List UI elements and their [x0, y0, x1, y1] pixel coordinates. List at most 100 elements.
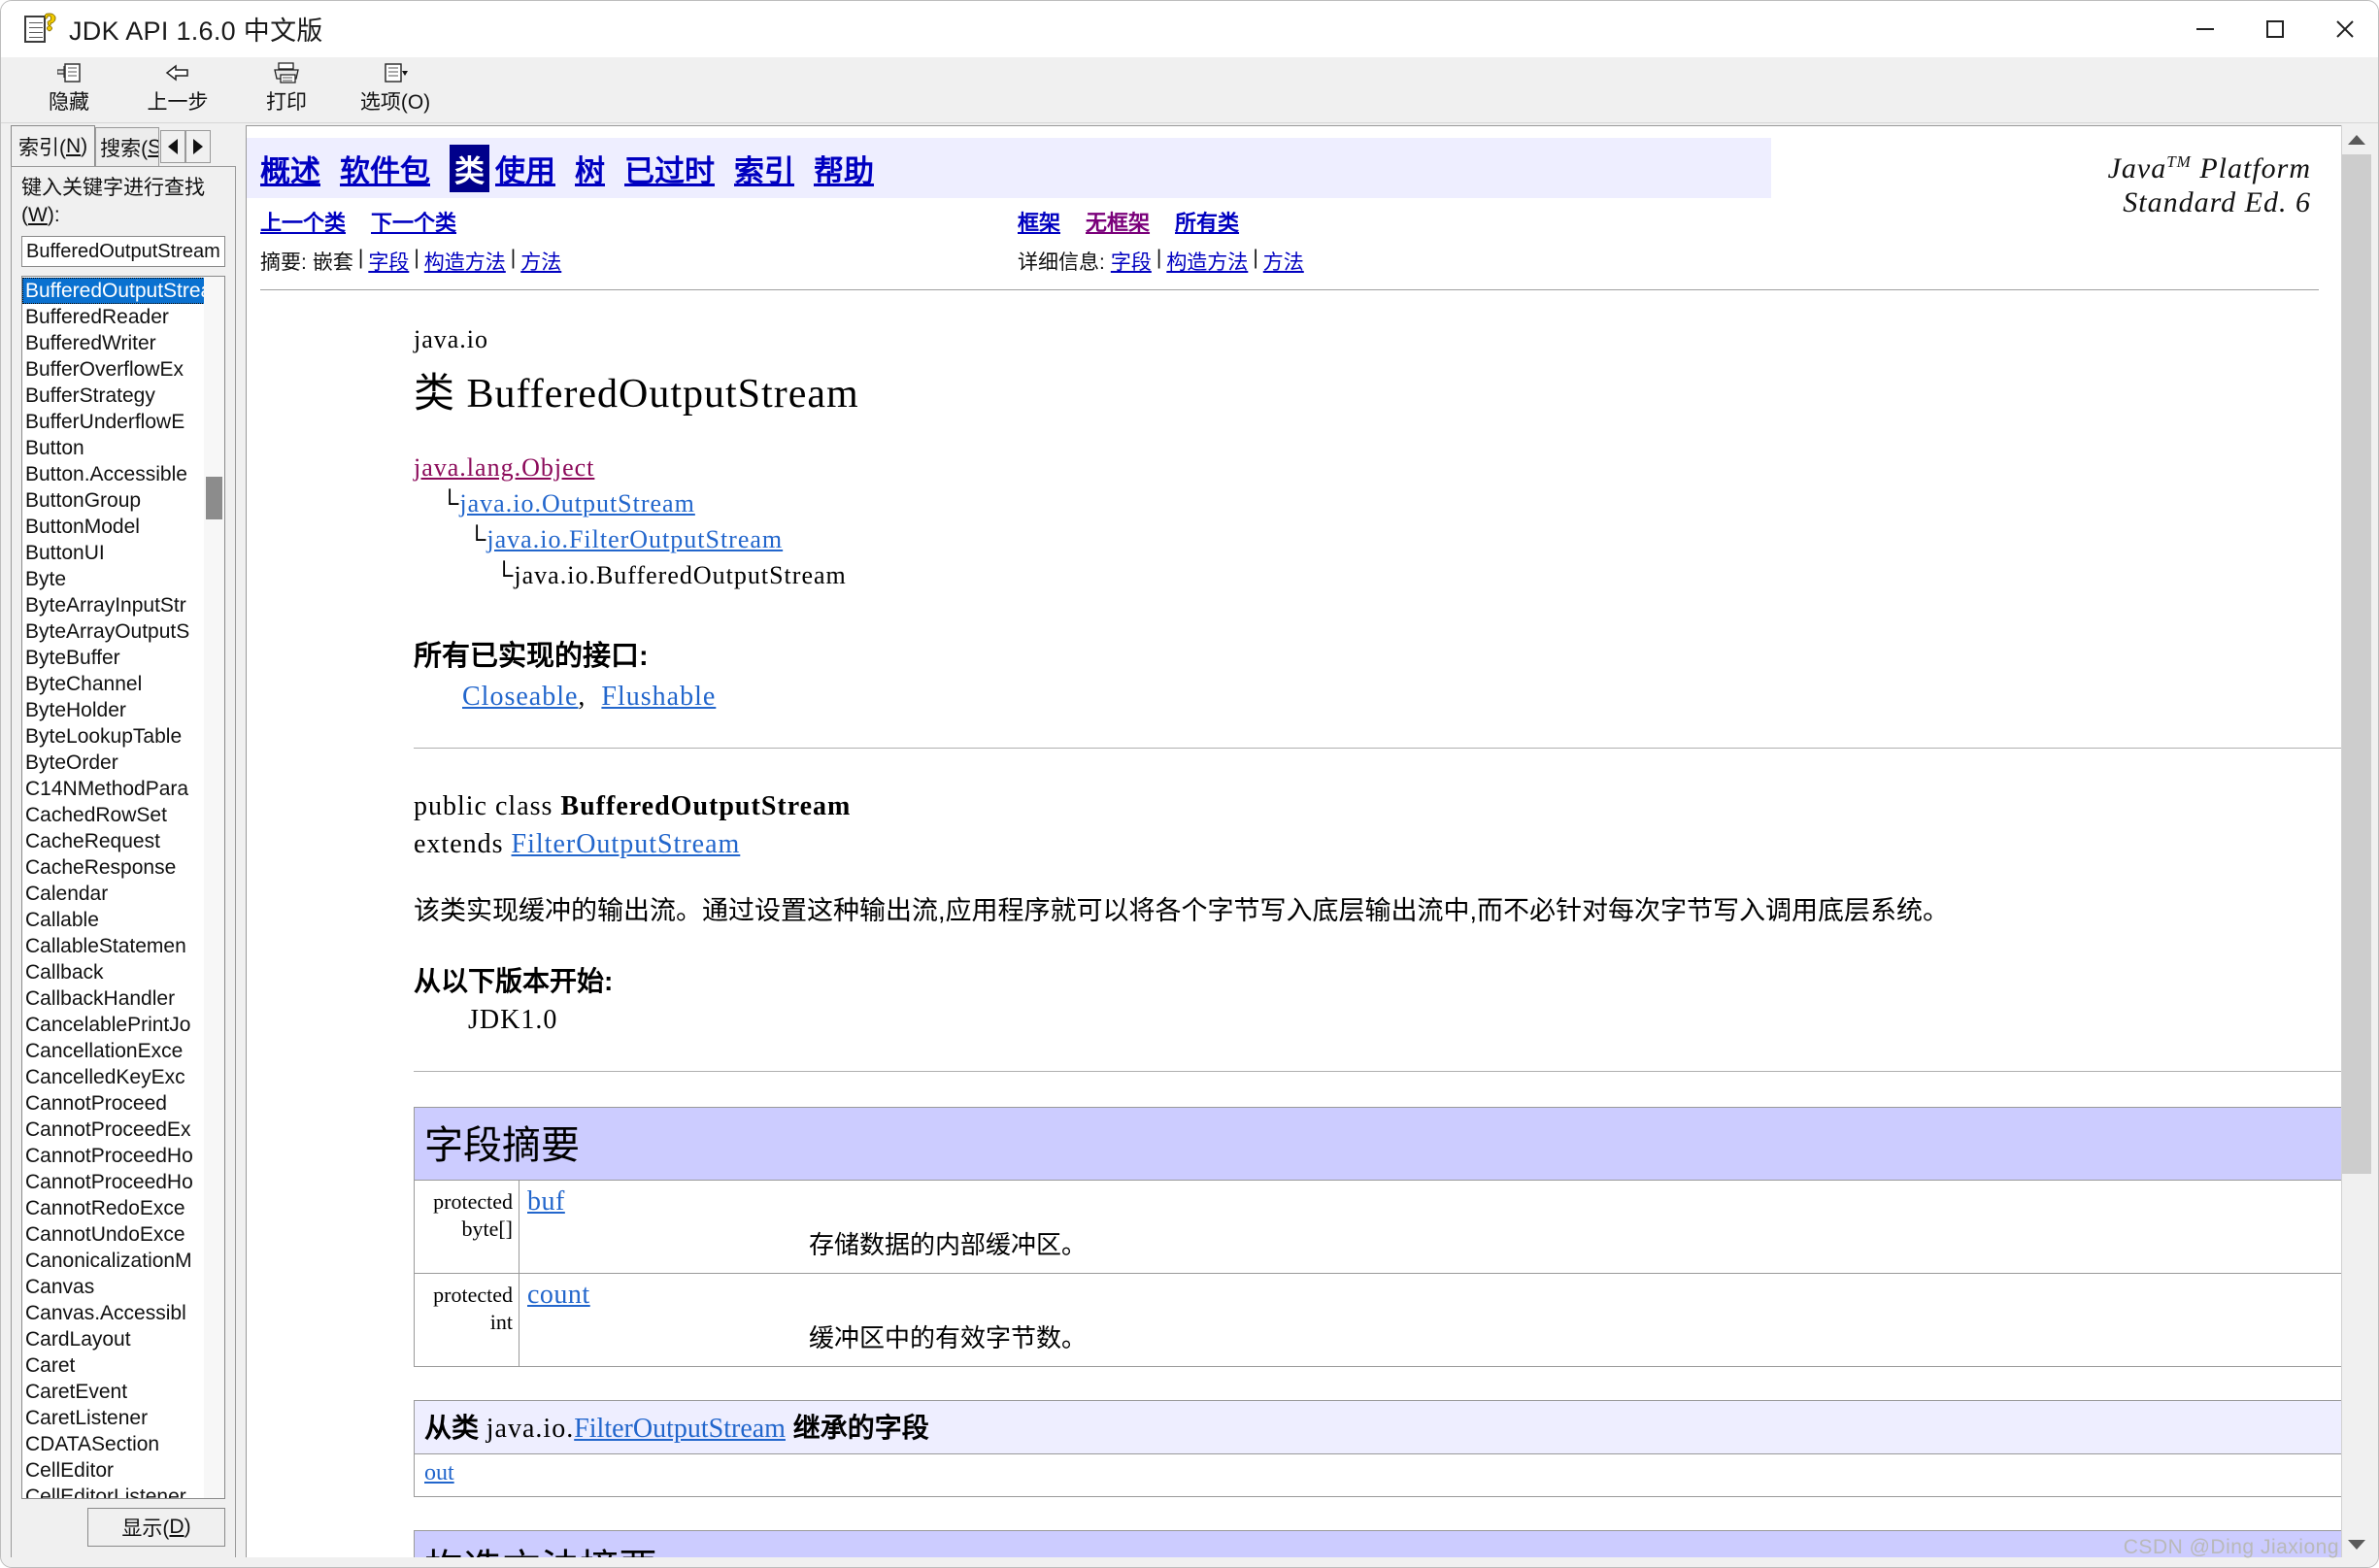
scroll-down-icon[interactable]	[2342, 1530, 2371, 1559]
list-scrollbar[interactable]	[204, 277, 224, 1499]
list-item[interactable]: ButtonUI	[22, 540, 224, 566]
list-item[interactable]: CannotUndoExce	[22, 1221, 224, 1248]
summary-ctor-link[interactable]: 构造方法	[424, 247, 506, 276]
detail-ctor-link[interactable]: 构造方法	[1166, 247, 1248, 276]
list-item[interactable]: BufferOverflowEx	[22, 356, 224, 383]
list-item[interactable]: C14NMethodPara	[22, 776, 224, 802]
maximize-icon[interactable]	[2240, 1, 2310, 57]
sidebar: 索引(N) 搜索(S 键入关键字进行查找(W): BufferedOutputS…	[11, 125, 236, 1559]
list-item[interactable]: CDATASection	[22, 1431, 224, 1457]
list-item[interactable]: CannotProceedHo	[22, 1169, 224, 1195]
field-link-count[interactable]: count	[527, 1280, 590, 1310]
tab-search[interactable]: 搜索(S	[95, 127, 160, 166]
list-item[interactable]: Callable	[22, 907, 224, 933]
toolbar-button-back[interactable]: 上一步	[123, 57, 232, 116]
decl-superclass-link[interactable]: FilterOutputStream	[512, 829, 741, 859]
navbar-item-已过时[interactable]: 已过时	[624, 147, 715, 190]
all-classes-link[interactable]: 所有类	[1175, 211, 1239, 235]
detail-method-link[interactable]: 方法	[1263, 247, 1304, 276]
list-item[interactable]: BufferUnderflowE	[22, 409, 224, 435]
list-item[interactable]: Canvas.Accessibl	[22, 1300, 224, 1326]
minimize-icon[interactable]	[2170, 1, 2240, 57]
list-item[interactable]: BufferedReader	[22, 304, 224, 330]
navbar-item-类: 类	[450, 144, 489, 192]
list-item[interactable]: CancellationExce	[22, 1038, 224, 1064]
list-item[interactable]: CellEditor	[22, 1457, 224, 1484]
list-item[interactable]: ByteLookupTable	[22, 723, 224, 750]
search-input[interactable]	[21, 236, 225, 268]
list-item[interactable]: ByteChannel	[22, 671, 224, 697]
field-link-buf[interactable]: buf	[527, 1186, 565, 1217]
detail-field-link[interactable]: 字段	[1111, 247, 1152, 276]
scroll-left-icon[interactable]	[160, 130, 186, 163]
scrollbar-thumb[interactable]	[2342, 154, 2371, 1174]
list-item[interactable]: CaretListener	[22, 1405, 224, 1431]
hierarchy-link[interactable]: java.io.OutputStream	[459, 489, 694, 517]
tab-index[interactable]: 索引(N)	[11, 125, 96, 166]
summary-field-link[interactable]: 字段	[368, 247, 409, 276]
hierarchy-link[interactable]: java.lang.Object	[414, 453, 594, 482]
no-frames-link[interactable]: 无框架	[1086, 211, 1150, 235]
list-item[interactable]: CancelledKeyExc	[22, 1064, 224, 1090]
navbar-item-概述[interactable]: 概述	[260, 147, 320, 190]
list-item[interactable]: ByteBuffer	[22, 645, 224, 671]
list-item[interactable]: Callback	[22, 959, 224, 985]
navbar-item-树[interactable]: 树	[575, 147, 605, 190]
list-item[interactable]: ButtonModel	[22, 514, 224, 540]
list-item[interactable]: CacheResponse	[22, 854, 224, 881]
list-item[interactable]: CannotProceedEx	[22, 1117, 224, 1143]
navbar-item-索引[interactable]: 索引	[734, 147, 794, 190]
list-item[interactable]: CaretEvent	[22, 1379, 224, 1405]
next-class-link[interactable]: 下一个类	[371, 211, 456, 235]
list-item[interactable]: ByteArrayOutputS	[22, 618, 224, 645]
list-item[interactable]: CallbackHandler	[22, 985, 224, 1012]
list-item[interactable]: CachedRowSet	[22, 802, 224, 828]
document-viewport[interactable]: JavaTM Platform Standard Ed. 6 概述 软件包类使用树…	[246, 125, 2364, 1559]
list-item[interactable]: CancelablePrintJo	[22, 1012, 224, 1038]
list-item[interactable]: CellEditorListener	[22, 1484, 224, 1498]
list-item[interactable]: BufferedWriter	[22, 330, 224, 356]
close-icon[interactable]	[2310, 1, 2378, 57]
list-item[interactable]: ByteOrder	[22, 750, 224, 776]
list-item[interactable]: BufferedOutputStream	[22, 278, 207, 305]
list-item[interactable]: ByteHolder	[22, 697, 224, 723]
list-item[interactable]: ButtonGroup	[22, 487, 224, 514]
list-item[interactable]: CacheRequest	[22, 828, 224, 854]
inherited-class-link[interactable]: FilterOutputStream	[574, 1414, 786, 1444]
scrollbar-track[interactable]	[2342, 154, 2371, 1530]
navbar-item-帮助[interactable]: 帮助	[814, 147, 874, 190]
index-listbox[interactable]: BufferedOutputStreamBufferedReaderBuffer…	[21, 276, 225, 1500]
list-item[interactable]: Byte	[22, 566, 224, 592]
list-item[interactable]: ByteArrayInputStr	[22, 592, 224, 618]
prev-class-link[interactable]: 上一个类	[260, 211, 346, 235]
scroll-right-icon[interactable]	[185, 130, 212, 163]
summary-method-link[interactable]: 方法	[520, 247, 561, 276]
show-button[interactable]: 显示(D)	[87, 1508, 225, 1547]
list-item[interactable]: CannotProceedHo	[22, 1143, 224, 1169]
toolbar-button-options[interactable]: 选项(O)	[341, 57, 450, 116]
list-item[interactable]: BufferStrategy	[22, 383, 224, 409]
toolbar-button-print[interactable]: 打印	[232, 57, 341, 116]
hierarchy-link[interactable]: java.io.FilterOutputStream	[486, 525, 783, 553]
list-item[interactable]: Caret	[22, 1352, 224, 1379]
scroll-up-icon[interactable]	[2342, 125, 2371, 154]
list-item[interactable]: CannotRedoExce	[22, 1195, 224, 1221]
list-item[interactable]: CannotProceed	[22, 1090, 224, 1117]
list-item[interactable]: Canvas	[22, 1274, 224, 1300]
list-item[interactable]: Button.Accessible	[22, 461, 224, 487]
interface-link-closeable[interactable]: Closeable	[462, 682, 578, 712]
interface-link-flushable[interactable]: Flushable	[601, 682, 716, 712]
list-item[interactable]: CallableStatemen	[22, 933, 224, 959]
inherited-field-link-out[interactable]: out	[424, 1460, 454, 1485]
navbar-item-使用[interactable]: 使用	[495, 147, 555, 190]
list-item[interactable]: Calendar	[22, 881, 224, 907]
field-body: count 缓冲区中的有效字节数。	[519, 1273, 2364, 1368]
page-scrollbar[interactable]	[2341, 125, 2371, 1559]
frames-link[interactable]: 框架	[1018, 211, 1060, 235]
list-item[interactable]: CardLayout	[22, 1326, 224, 1352]
list-item[interactable]: CanonicalizationM	[22, 1248, 224, 1274]
navbar-item-软件包[interactable]: 软件包	[340, 147, 430, 190]
list-item[interactable]: Button	[22, 435, 224, 461]
toolbar-button-hide[interactable]: 隐藏	[15, 57, 123, 116]
list-scroll-thumb[interactable]	[206, 477, 222, 520]
